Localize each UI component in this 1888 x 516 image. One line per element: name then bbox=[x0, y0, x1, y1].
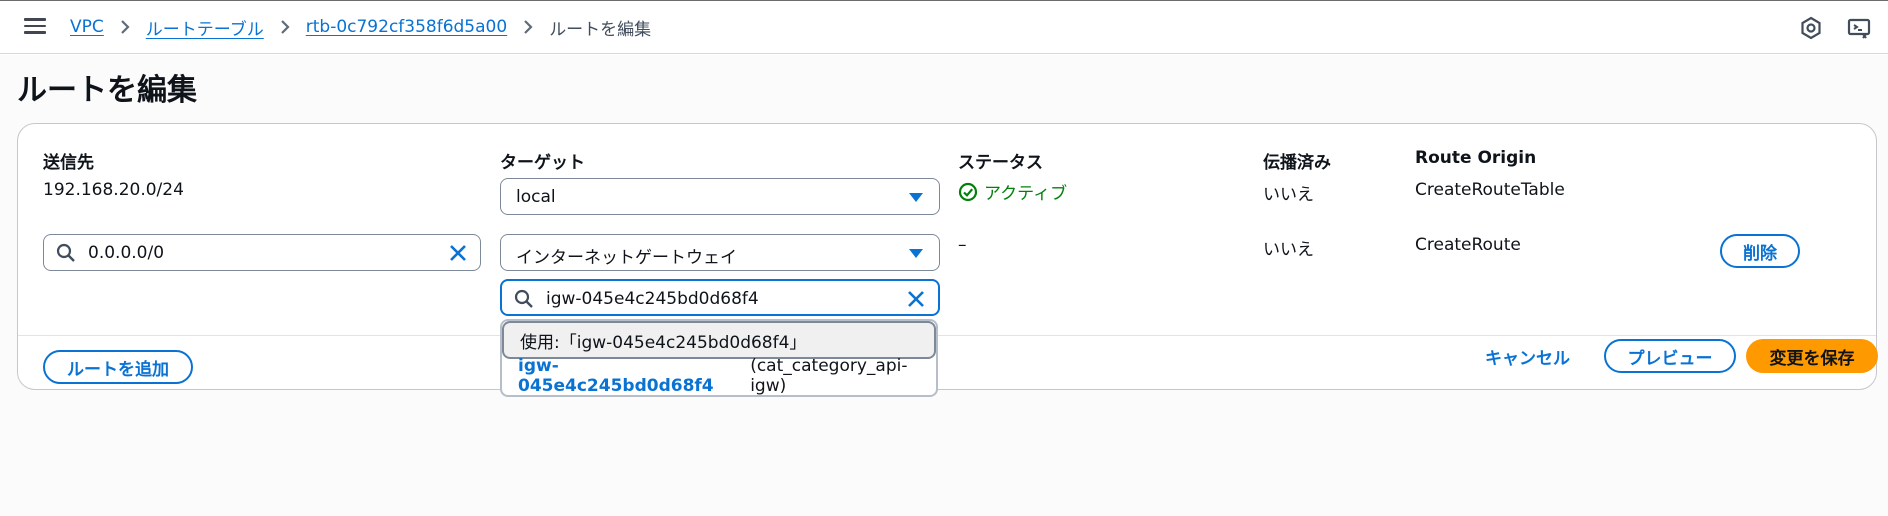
igw-option-name: (cat_category_api-igw) bbox=[750, 356, 908, 396]
use-entered-value-option[interactable]: 使用:「igw-045e4c245bd0d68f4」 bbox=[502, 321, 936, 359]
clear-icon[interactable] bbox=[448, 243, 468, 263]
breadcrumb-current: ルートを編集 bbox=[549, 19, 652, 40]
cloudshell-icon[interactable] bbox=[1846, 15, 1872, 41]
column-header-route-origin: Route Origin bbox=[1415, 148, 1537, 168]
settings-hex-icon[interactable] bbox=[1798, 15, 1824, 41]
column-header-status: ステータス bbox=[958, 153, 1043, 173]
route-origin: CreateRoute bbox=[1415, 235, 1521, 255]
status-badge: アクティブ bbox=[958, 179, 1067, 204]
search-icon bbox=[56, 243, 75, 262]
check-circle-icon bbox=[958, 182, 978, 201]
save-changes-button[interactable]: 変更を保存 bbox=[1746, 339, 1878, 373]
clear-icon[interactable] bbox=[906, 289, 926, 309]
column-header-propagated: 伝播済み bbox=[1263, 153, 1331, 173]
column-header-target: ターゲット bbox=[500, 153, 585, 173]
target-type-select[interactable]: インターネットゲートウェイ bbox=[500, 234, 940, 271]
main-content: ルートを編集 送信先 ターゲット ステータス 伝播済み Route Origin… bbox=[0, 55, 1888, 516]
route-propagated: いいえ bbox=[1263, 185, 1314, 205]
target-select[interactable]: local bbox=[500, 178, 940, 215]
route-propagated: いいえ bbox=[1263, 240, 1314, 260]
breadcrumb-route-tables[interactable]: ルートテーブル bbox=[146, 15, 264, 40]
target-search-input[interactable] bbox=[500, 279, 940, 316]
routes-panel: 送信先 ターゲット ステータス 伝播済み Route Origin 192.16… bbox=[17, 123, 1877, 390]
breadcrumb-route-table-id[interactable]: rtb-0c792cf358f6d5a00 bbox=[306, 17, 507, 37]
cancel-button[interactable]: キャンセル bbox=[1485, 344, 1570, 369]
divider bbox=[18, 335, 1876, 336]
search-icon bbox=[514, 289, 533, 308]
breadcrumb-vpc[interactable]: VPC bbox=[70, 17, 104, 37]
route-origin: CreateRouteTable bbox=[1415, 180, 1565, 200]
chevron-right-icon bbox=[517, 15, 539, 39]
remove-button[interactable]: 削除 bbox=[1720, 234, 1800, 268]
caret-down-icon bbox=[909, 193, 923, 202]
target-options-dropdown: 使用:「igw-045e4c245bd0d68f4」 igw-045e4c245… bbox=[500, 319, 938, 397]
chevron-right-icon bbox=[114, 15, 136, 39]
column-header-destination: 送信先 bbox=[43, 153, 94, 173]
status-text: アクティブ bbox=[984, 184, 1068, 204]
add-route-button[interactable]: ルートを追加 bbox=[43, 350, 193, 384]
caret-down-icon bbox=[909, 249, 923, 258]
route-destination: 192.168.20.0/24 bbox=[43, 180, 184, 200]
chevron-right-icon bbox=[274, 15, 296, 39]
destination-input[interactable] bbox=[43, 234, 481, 271]
igw-option[interactable]: igw-045e4c245bd0d68f4 (cat_category_api-… bbox=[502, 356, 936, 396]
target-type-value: インターネットゲートウェイ bbox=[516, 248, 737, 268]
preview-button[interactable]: プレビュー bbox=[1604, 339, 1736, 373]
target-select-value: local bbox=[516, 187, 556, 207]
route-status: – bbox=[958, 235, 967, 255]
page-title: ルートを編集 bbox=[17, 73, 197, 108]
igw-option-id: igw-045e4c245bd0d68f4 bbox=[518, 356, 714, 396]
top-navigation: VPC ルートテーブル rtb-0c792cf358f6d5a00 ルートを編集 bbox=[0, 0, 1888, 54]
destination-field[interactable] bbox=[88, 241, 428, 265]
menu-icon[interactable] bbox=[24, 15, 46, 37]
target-search-field[interactable] bbox=[546, 287, 886, 311]
breadcrumb: VPC ルートテーブル rtb-0c792cf358f6d5a00 ルートを編集 bbox=[70, 15, 652, 40]
